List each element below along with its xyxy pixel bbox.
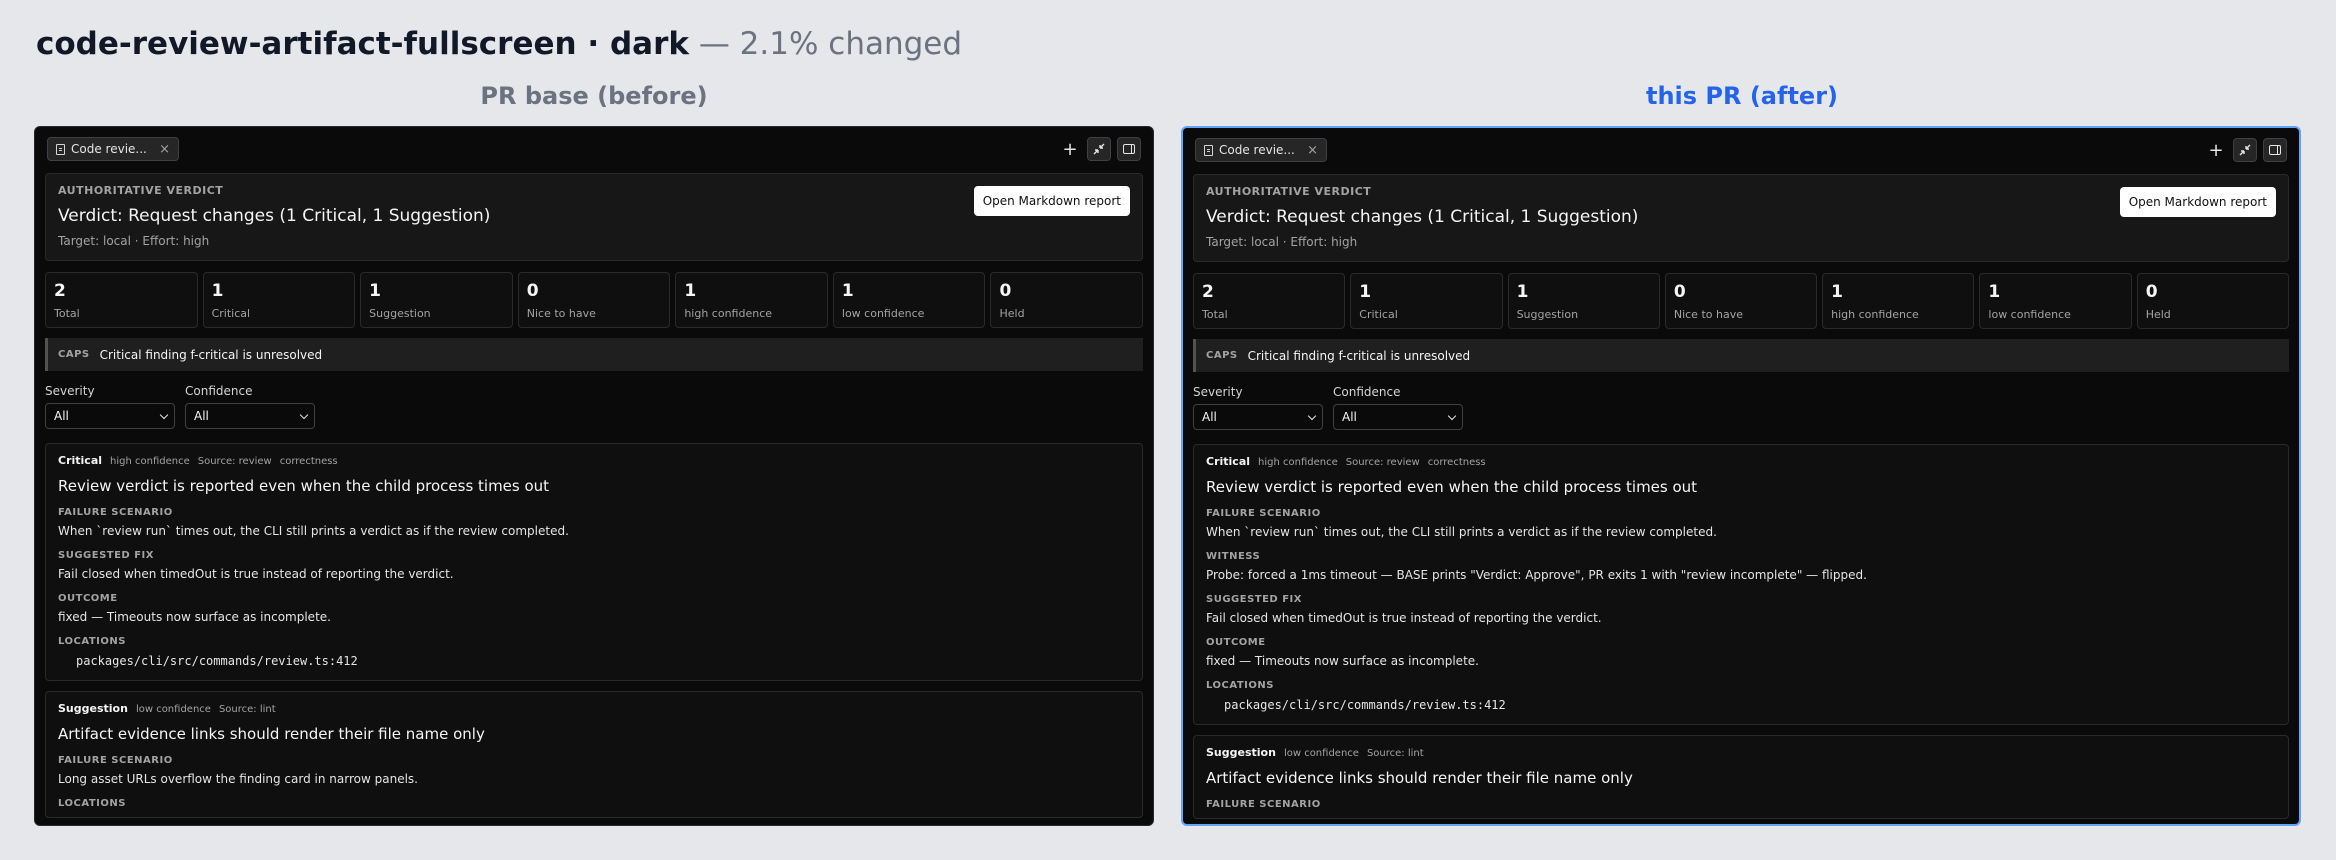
witness-body: Probe: forced a 1ms timeout — BASE print… [1206,568,1867,582]
stat-low-confidence: 1 low confidence [1979,273,2132,329]
before-panel: Code revie... × + AUTHORITATIVE VERDICT … [34,126,1154,826]
confidence-select[interactable]: All [185,403,315,429]
caps-tag: CAPS [58,349,90,360]
verdict-card: AUTHORITATIVE VERDICT Verdict: Request c… [45,173,1143,261]
new-tab-plus-icon[interactable]: + [2205,140,2227,161]
stat-total: 2 Total [45,272,198,328]
tab-label: Code revie... [71,142,147,156]
stat-held: 0 Held [2136,273,2289,329]
caps-banner: CAPS Critical finding f-critical is unres… [45,338,1143,371]
finding-card-critical: Critical high confidence Source: review cor… [1193,444,2289,725]
finding-title: Review verdict is reported even when the… [1206,478,1698,496]
close-icon[interactable]: × [159,142,170,157]
stat-total: 2 Total [1193,273,1346,329]
stat-high-confidence: 1 high confidence [675,272,828,328]
stat-held: 0 Held [990,272,1144,328]
stat-high-confidence: 1 high confidence [1822,273,1975,329]
stat-suggestion: 1 Suggestion [360,272,513,328]
stat-critical: 1 Critical [202,272,356,328]
chevron-down-icon [1307,411,1317,420]
witness-heading: WITNESS [1206,551,1261,562]
filters: Severity All Confidence All [45,384,1143,429]
stats-row: 2 Total 1 Critical 1 Suggestion 0 Nice to ha… [1193,273,2289,329]
finding-title: Artifact evidence links should render th… [58,725,485,743]
new-tab-plus-icon[interactable]: + [1059,139,1081,160]
tab-label: Code revie... [1219,143,1295,157]
open-markdown-report-button[interactable]: Open Markdown report [973,186,1130,216]
severity-label: Severity [45,384,95,398]
stat-critical: 1 Critical [1350,273,1503,329]
document-icon [56,143,65,155]
confidence-label: Confidence [1333,385,1401,399]
location-path[interactable]: packages/cli/src/commands/review.ts:412 [1224,698,2276,712]
location-path[interactable]: packages/cli/src/commands/review.ts:412 [76,654,1130,668]
finding-title: Artifact evidence links should render th… [1206,769,1633,787]
chevron-down-icon [159,410,169,419]
finding-meta: Critical high confidence Source: review cor… [1206,455,1486,468]
side-panel-icon[interactable] [1117,137,1141,161]
before-column-label: PR base (before) [480,82,708,110]
verdict-meta: Target: local · Effort: high [58,234,210,248]
side-panel-icon[interactable] [2263,138,2287,162]
stat-suggestion: 1 Suggestion [1507,273,1660,329]
finding-card-suggestion: Suggestion low confidence Source: lint Art… [45,691,1143,818]
page-title: code-review-artifact-fullscreen · dark —… [36,26,962,62]
panel-toolbar: Code revie... × + [1183,128,2299,172]
caps-text: Critical finding f-critical is unresolve… [99,347,323,362]
page-title-change: — 2.1% changed [688,26,963,62]
open-markdown-report-button[interactable]: Open Markdown report [2119,187,2276,217]
finding-card-critical: Critical high confidence Source: review cor… [45,443,1143,681]
collapse-icon[interactable] [2233,138,2257,162]
collapse-icon[interactable] [1087,137,1111,161]
verdict-card: AUTHORITATIVE VERDICT Verdict: Request c… [1193,174,2289,262]
caps-banner: CAPS Critical finding f-critical is unres… [1193,339,2289,372]
verdict-eyebrow: AUTHORITATIVE VERDICT [1206,185,1372,198]
severity-select[interactable]: All [1193,404,1323,430]
tab-code-review[interactable]: Code revie... × [47,137,179,161]
confidence-label: Confidence [185,384,253,398]
stat-nice-to-have: 0 Nice to have [517,272,671,328]
tab-code-review[interactable]: Code revie... × [1195,138,1327,162]
close-icon[interactable]: × [1307,143,1318,158]
verdict-title: Verdict: Request changes (1 Critical, 1 … [1206,207,1639,227]
stats-row: 2 Total 1 Critical 1 Suggestion 0 Nice to ha… [45,272,1144,328]
verdict-title: Verdict: Request changes (1 Critical, 1 … [58,206,491,226]
finding-meta: Suggestion low confidence Source: lint [58,702,276,715]
after-column-label: this PR (after) [1645,82,1838,110]
caps-tag: CAPS [1206,350,1238,361]
verdict-meta: Target: local · Effort: high [1206,235,1358,249]
severity-select[interactable]: All [45,403,175,429]
page-title-main: code-review-artifact-fullscreen · dark [36,26,689,62]
finding-meta: Suggestion low confidence Source: lint [1206,746,1424,759]
chevron-down-icon [1447,411,1457,420]
confidence-select[interactable]: All [1333,404,1463,430]
document-icon [1204,144,1213,156]
stat-low-confidence: 1 low confidence [832,272,986,328]
stat-nice-to-have: 0 Nice to have [1664,273,1818,329]
finding-meta: Critical high confidence Source: review cor… [58,454,338,467]
chevron-down-icon [299,410,309,419]
after-panel: Code revie... × + AUTHORITATIVE VERDICT … [1181,126,2301,826]
panel-toolbar: Code revie... × + [35,127,1153,171]
verdict-eyebrow: AUTHORITATIVE VERDICT [58,184,224,197]
finding-title: Review verdict is reported even when the… [58,477,550,495]
filters: Severity All Confidence All [1193,385,2289,430]
severity-label: Severity [1193,385,1243,399]
caps-text: Critical finding f-critical is unresolve… [1247,348,1471,363]
finding-card-suggestion: Suggestion low confidence Source: lint Art… [1193,735,2289,819]
